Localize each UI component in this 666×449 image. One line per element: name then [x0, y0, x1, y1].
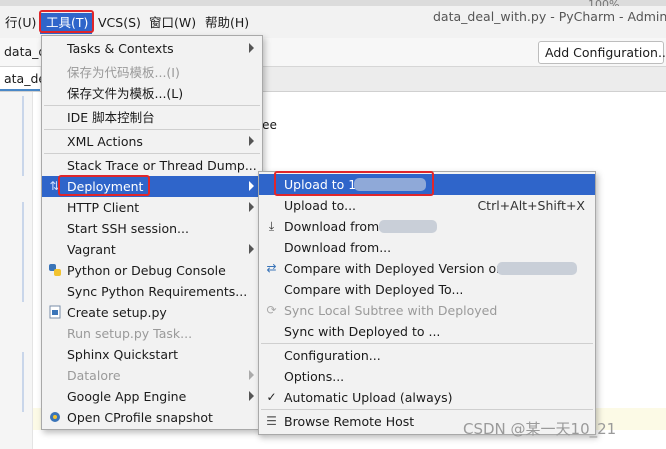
- menu-item-label: Upload to...: [284, 198, 357, 213]
- add-configuration-label: Add Configuration...: [545, 45, 666, 60]
- configuration-item[interactable]: Configuration...: [259, 345, 595, 366]
- submenu-arrow-icon: [249, 244, 254, 254]
- sphinx-quickstart-item[interactable]: Sphinx Quickstart: [42, 344, 262, 365]
- remote-host-icon: ☰: [266, 414, 277, 428]
- options-item[interactable]: Options...: [259, 366, 595, 387]
- datalore-item[interactable]: Datalore: [42, 365, 262, 386]
- menu-item-label: Python or Debug Console: [67, 263, 226, 278]
- submenu-arrow-icon: [249, 136, 254, 146]
- menu-item-label: Sync Local Subtree with Deployed: [284, 303, 498, 318]
- editor-tab-label: ata_de: [4, 71, 47, 86]
- start-ssh-session-item[interactable]: Start SSH session...: [42, 218, 262, 239]
- menu-item-label: Configuration...: [284, 348, 381, 363]
- download-icon: ⤓: [268, 219, 275, 233]
- menu-item-label: IDE 脚本控制台: [67, 110, 155, 125]
- menu-separator: [261, 343, 593, 344]
- submenu-arrow-icon: [249, 370, 254, 380]
- tools-menu-callout: [39, 10, 94, 33]
- upload-to-shortcut: Ctrl+Alt+Shift+X: [477, 198, 585, 213]
- automatic-upload-item[interactable]: ✓ Automatic Upload (always): [259, 387, 595, 408]
- menu-item-label: Compare with Deployed To...: [284, 282, 464, 297]
- fold-guide: [22, 202, 24, 302]
- sync-python-requirements-item[interactable]: Sync Python Requirements...: [42, 281, 262, 302]
- upload-to-item[interactable]: Upload to... Ctrl+Alt+Shift+X: [259, 195, 595, 216]
- menu-item-label: HTTP Client: [67, 200, 140, 215]
- menu-item-label: Compare with Deployed Version on 1: [284, 261, 516, 276]
- compare-deployed-version-item[interactable]: ⇄ Compare with Deployed Version on 1: [259, 258, 595, 279]
- editor-tab[interactable]: ata_de: [0, 67, 46, 91]
- menu-item-label: Tasks & Contexts: [67, 41, 174, 56]
- code-fragment: ee: [262, 117, 278, 132]
- menu-item-label: Options...: [284, 369, 345, 384]
- xml-actions-item[interactable]: XML Actions: [42, 131, 262, 152]
- submenu-arrow-icon: [249, 391, 254, 401]
- compare-deployed-to-item[interactable]: Compare with Deployed To...: [259, 279, 595, 300]
- tasks-contexts-item[interactable]: Tasks & Contexts: [42, 38, 262, 59]
- menu-item-label: Start SSH session...: [67, 221, 189, 236]
- menu-window[interactable]: 窗口(W): [149, 14, 196, 32]
- menu-help[interactable]: 帮助(H): [205, 14, 249, 32]
- menu-item-label: Download from 1: [284, 219, 392, 234]
- sync-icon: ⟳: [266, 303, 277, 317]
- compare-icon: ⇄: [266, 261, 277, 275]
- vagrant-item[interactable]: Vagrant: [42, 239, 262, 260]
- profiler-icon: [47, 410, 62, 425]
- window-title: data_deal_with.py - PyCharm - Admin: [433, 9, 666, 24]
- python-file-icon: [47, 305, 62, 320]
- menu-separator: [44, 129, 260, 130]
- menu-item-label: Automatic Upload (always): [284, 390, 453, 405]
- deployment-submenu: Upload to 1 Upload to... Ctrl+Alt+Shift+X…: [258, 171, 596, 435]
- watermark: CSDN @某一天10_21: [463, 420, 617, 438]
- sync-with-deployed-item[interactable]: Sync with Deployed to ...: [259, 321, 595, 342]
- submenu-arrow-icon: [249, 181, 254, 191]
- menu-item-label: 保存文件为模板...(L): [67, 86, 184, 101]
- add-configuration-button[interactable]: Add Configuration...: [538, 41, 666, 64]
- menu-separator: [261, 409, 593, 410]
- menu-vcs[interactable]: VCS(S): [98, 14, 141, 32]
- menu-item-label: Vagrant: [67, 242, 116, 257]
- menu-separator: [44, 153, 260, 154]
- menu-item-label: Datalore: [67, 368, 121, 383]
- save-file-as-template-item[interactable]: 保存文件为模板...(L): [42, 83, 262, 104]
- ide-script-console-item[interactable]: IDE 脚本控制台: [42, 107, 262, 128]
- menu-item-label: XML Actions: [67, 134, 143, 149]
- download-from-item[interactable]: Download from...: [259, 237, 595, 258]
- menu-item-label: 保存为代码模板...(I): [67, 65, 180, 80]
- fold-guide: [22, 96, 24, 176]
- submenu-arrow-icon: [249, 43, 254, 53]
- menu-item-label: Stack Trace or Thread Dump...: [67, 158, 257, 173]
- redacted-server-name: [497, 262, 577, 275]
- tools-menu: Tasks & Contexts 保存为代码模板...(I) 保存文件为模板..…: [41, 35, 263, 430]
- menu-item-label: Sphinx Quickstart: [67, 347, 179, 362]
- download-from-server-item[interactable]: ⤓ Download from 1: [259, 216, 595, 237]
- google-app-engine-item[interactable]: Google App Engine: [42, 386, 262, 407]
- upload-callout: [274, 171, 434, 196]
- menu-item-label: Browse Remote Host: [284, 414, 415, 429]
- menu-item-label: Sync with Deployed to ...: [284, 324, 441, 339]
- run-setup-py-task-item[interactable]: Run setup.py Task...: [42, 323, 262, 344]
- menu-item-label: Create setup.py: [67, 305, 167, 320]
- open-cprofile-snapshot-item[interactable]: Open CProfile snapshot: [42, 407, 262, 428]
- fold-guide: [22, 352, 24, 412]
- http-client-item[interactable]: HTTP Client: [42, 197, 262, 218]
- menu-separator: [44, 105, 260, 106]
- menu-item-label: Google App Engine: [67, 389, 187, 404]
- menu-item-label: Open CProfile snapshot: [67, 410, 213, 425]
- submenu-arrow-icon: [249, 202, 254, 212]
- checkmark-icon: ✓: [266, 390, 277, 404]
- python-icon: [47, 263, 62, 278]
- menu-item-label: Download from...: [284, 240, 392, 255]
- editor-gutter: [0, 92, 33, 449]
- stack-trace-item[interactable]: Stack Trace or Thread Dump...: [42, 155, 262, 176]
- deployment-callout: [58, 175, 150, 196]
- menu-run[interactable]: 行(U): [5, 14, 36, 32]
- redacted-server-name: [379, 220, 437, 233]
- sync-local-subtree-item[interactable]: ⟳ Sync Local Subtree with Deployed: [259, 300, 595, 321]
- save-as-live-template-item[interactable]: 保存为代码模板...(I): [42, 62, 262, 83]
- menu-item-label: Sync Python Requirements...: [67, 284, 248, 299]
- create-setup-py-item[interactable]: Create setup.py: [42, 302, 262, 323]
- file-breadcrumb[interactable]: data_d: [4, 43, 46, 61]
- menu-item-label: Run setup.py Task...: [67, 326, 193, 341]
- python-console-item[interactable]: Python or Debug Console: [42, 260, 262, 281]
